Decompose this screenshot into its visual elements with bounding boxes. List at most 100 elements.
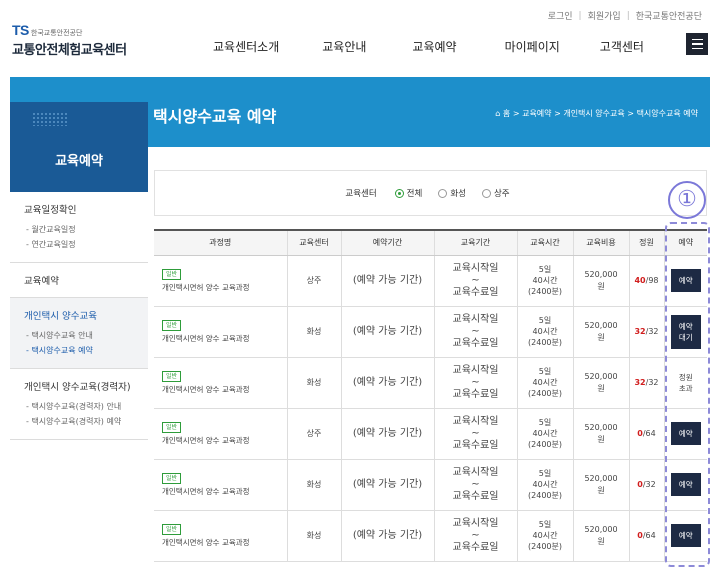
- capacity-cell: 0/32: [629, 459, 665, 511]
- edu-period-cell: 교육시작일 ~ 교육수료일: [434, 255, 518, 307]
- period-cell: (예약 가능 기간): [341, 357, 435, 409]
- breadcrumb-item[interactable]: 개인택시 양수교육: [563, 109, 624, 118]
- reservation-table: 과정명 교육센터 예약기간 교육기간 교육시간 교육비용 정원 예약 일반 개인택…: [154, 229, 707, 562]
- capacity-cell: 0/64: [629, 510, 665, 562]
- sidebar-sub-exp-guide[interactable]: - 택시양수교육(경력자) 안내: [24, 399, 148, 414]
- menu-icon[interactable]: [686, 33, 708, 55]
- sidebar-item-reservation[interactable]: 교육예약: [24, 273, 148, 287]
- radio-selected-icon: [394, 188, 404, 198]
- radio-icon: [438, 188, 448, 198]
- sidebar-heading: 교육예약: [10, 102, 148, 192]
- nav-item-center-intro[interactable]: 교육센터소개: [213, 38, 279, 55]
- fee-cell: 520,000 원: [573, 357, 630, 409]
- sidebar-sub-taxi-reservation[interactable]: - 택시양수교육 예약: [24, 343, 148, 358]
- table-row: 일반 개인택시면허 양수 교육과정 화성 (예약 가능 기간) 교육시작일 ~ 교육수…: [154, 510, 707, 562]
- radio-icon: [481, 188, 491, 198]
- status-badge: 일반: [162, 319, 182, 331]
- sidebar-sub-exp-reservation[interactable]: - 택시양수교육(경력자) 예약: [24, 414, 148, 429]
- sidebar-sub-monthly[interactable]: - 월간교육일정: [24, 222, 148, 237]
- sidebar-group-taxi-experienced: 개인택시 양수교육(경력자) - 택시양수교육(경력자) 안내 - 택시양수교육…: [10, 369, 148, 440]
- sidebar: 교육일정확인 - 월간교육일정 - 연간교육일정 교육예약 개인택시 양수교육 …: [10, 192, 148, 442]
- hours-cell: 5일 40시간 (2400분): [517, 306, 574, 358]
- nav-item-education-reservation[interactable]: 교육예약: [412, 38, 456, 55]
- table-row: 일반 개인택시면허 양수 교육과정 화성 (예약 가능 기간) 교육시작일 ~ 교육수…: [154, 306, 707, 358]
- capacity-cell: 32/32: [629, 306, 665, 358]
- nav-item-education-guide[interactable]: 교육안내: [322, 38, 366, 55]
- center-filter: 교육센터 전체 화성 상주: [154, 170, 707, 216]
- course-name[interactable]: 개인택시면허 양수 교육과정: [162, 334, 250, 343]
- table-header: 과정명 교육센터 예약기간 교육기간 교육시간 교육비용 정원 예약: [154, 229, 707, 256]
- nav-item-mypage[interactable]: 마이페이지: [505, 38, 560, 55]
- sidebar-group-reservation: 교육예약: [10, 263, 148, 298]
- center-cell: 상주: [287, 255, 342, 307]
- period-cell: (예약 가능 기간): [341, 408, 435, 460]
- home-icon[interactable]: ⌂: [495, 109, 500, 118]
- nav-item-customer-center[interactable]: 고객센터: [600, 38, 644, 55]
- fee-cell: 520,000 원: [573, 255, 630, 307]
- course-name[interactable]: 개인택시면허 양수 교육과정: [162, 385, 250, 394]
- radio-hwaseong[interactable]: 화성: [438, 187, 466, 199]
- col-hours: 교육시간: [517, 229, 574, 256]
- logo-org: 한국교통안전공단: [30, 29, 83, 37]
- center-cell: 상주: [287, 408, 342, 460]
- sidebar-item-schedule[interactable]: 교육일정확인: [24, 202, 148, 216]
- sidebar-group-taxi: 개인택시 양수교육 - 택시양수교육 안내 - 택시양수교육 예약: [10, 298, 148, 369]
- annotation-number-marker: ①: [668, 181, 706, 219]
- course-cell: 일반개인택시면허 양수 교육과정: [154, 306, 288, 358]
- join-link[interactable]: 회원가입: [588, 9, 621, 22]
- hours-cell: 5일 40시간 (2400분): [517, 255, 574, 307]
- ts-logo-icon: TS: [12, 22, 29, 38]
- fee-cell: 520,000 원: [573, 510, 630, 562]
- utility-nav: 로그인 | 회원가입 | 한국교통안전공단: [548, 9, 702, 23]
- breadcrumb-home[interactable]: 홈: [503, 109, 510, 118]
- breadcrumb: ⌂ 홈 > 교육예약 > 개인택시 양수교육 > 택시양수교육 예약: [495, 109, 698, 118]
- divider: |: [578, 10, 582, 21]
- fee-cell: 520,000 원: [573, 306, 630, 358]
- site-logo[interactable]: TS 한국교통안전공단 교통안전체험교육센터: [12, 20, 127, 58]
- course-name[interactable]: 개인택시면허 양수 교육과정: [162, 283, 250, 292]
- course-cell: 일반 개인택시면허 양수 교육과정: [154, 255, 288, 307]
- center-cell: 화성: [287, 459, 342, 511]
- page-title: 택시양수교육 예약: [153, 107, 277, 126]
- edu-period-cell: 교육시작일 ~ 교육수료일: [434, 306, 518, 358]
- logo-name: 교통안전체험교육센터: [12, 43, 127, 58]
- capacity-cell: 0/64: [629, 408, 665, 460]
- radio-sangju[interactable]: 상주: [481, 187, 510, 199]
- edu-period-cell: 교육시작일 ~ 교육수료일: [434, 459, 518, 511]
- sidebar-heading-label: 교육예약: [55, 154, 103, 169]
- col-edu-period: 교육기간: [434, 229, 518, 256]
- breadcrumb-item[interactable]: 교육예약: [522, 109, 551, 118]
- period-cell: (예약 가능 기간): [341, 306, 435, 358]
- table-row: 일반 개인택시면허 양수 교육과정 화성 (예약 가능 기간) 교육시작일 ~ 교육수…: [154, 357, 707, 409]
- col-fee: 교육비용: [573, 229, 630, 256]
- course-name[interactable]: 개인택시면허 양수 교육과정: [162, 538, 250, 547]
- divider: |: [626, 10, 630, 21]
- course-name[interactable]: 개인택시면허 양수 교육과정: [162, 436, 250, 445]
- period-cell: (예약 가능 기간): [341, 510, 435, 562]
- course-cell: 일반개인택시면허 양수 교육과정: [154, 408, 288, 460]
- sidebar-sub-yearly[interactable]: - 연간교육일정: [24, 237, 148, 252]
- status-badge: 일반: [162, 421, 182, 433]
- org-link[interactable]: 한국교통안전공단: [636, 9, 702, 22]
- edu-period-cell: 교육시작일 ~ 교육수료일: [434, 357, 518, 409]
- hours-cell: 5일 40시간 (2400분): [517, 459, 574, 511]
- fee-cell: 520,000 원: [573, 408, 630, 460]
- sidebar-sub-taxi-guide[interactable]: - 택시양수교육 안내: [24, 328, 148, 343]
- edu-period-cell: 교육시작일 ~ 교육수료일: [434, 408, 518, 460]
- table-row: 일반개인택시면허 양수 교육과정 상주 (예약 가능 기간) 교육시작일 ~ 교육수…: [154, 408, 707, 460]
- sidebar-item-taxi-transfer[interactable]: 개인택시 양수교육: [24, 308, 148, 322]
- login-link[interactable]: 로그인: [548, 9, 573, 22]
- col-center: 교육센터: [287, 229, 342, 256]
- sidebar-item-taxi-experienced[interactable]: 개인택시 양수교육(경력자): [24, 379, 148, 393]
- capacity-cell: 32/32: [629, 357, 665, 409]
- hours-cell: 5일 40시간 (2400분): [517, 510, 574, 562]
- status-badge: 일반: [162, 370, 182, 382]
- edu-period-cell: 교육시작일 ~ 교육수료일: [434, 510, 518, 562]
- radio-all[interactable]: 전체: [394, 187, 422, 199]
- col-course: 과정명: [154, 229, 288, 256]
- hours-cell: 5일 40시간 (2400분): [517, 357, 574, 409]
- course-cell: 일반개인택시면허 양수 교육과정: [154, 357, 288, 409]
- course-name[interactable]: 개인택시면허 양수 교육과정: [162, 487, 250, 496]
- center-cell: 화성: [287, 510, 342, 562]
- decorative-dots: [32, 112, 68, 126]
